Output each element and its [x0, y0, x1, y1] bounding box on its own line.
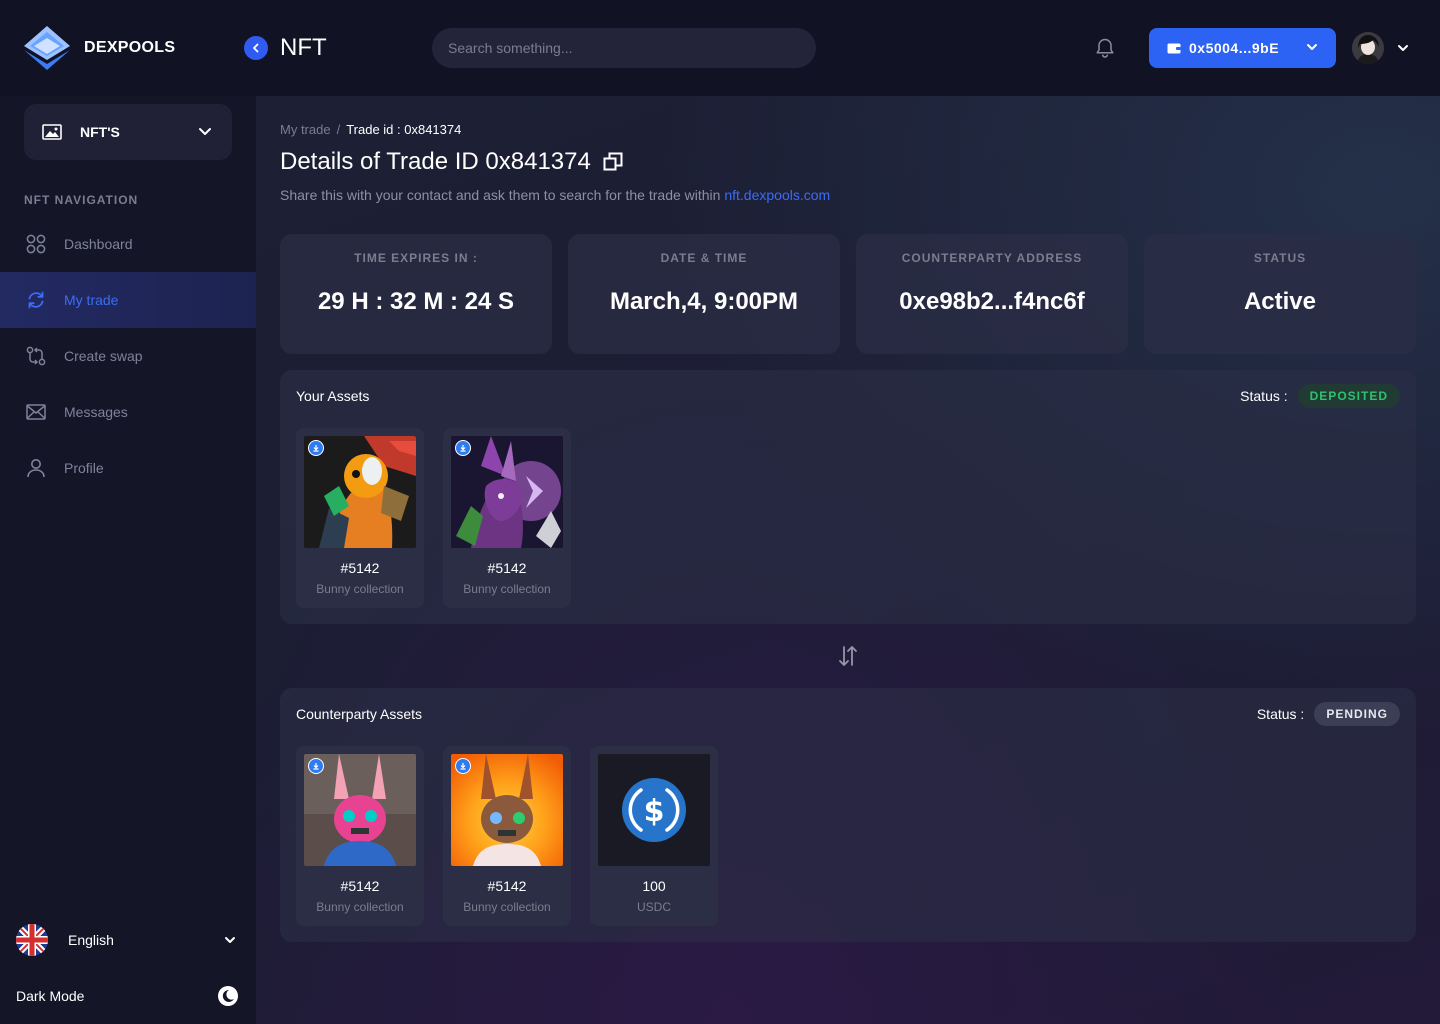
- status-badge: PENDING: [1314, 702, 1400, 726]
- share-text: Share this with your contact and ask the…: [280, 187, 721, 203]
- language-label: English: [68, 932, 114, 948]
- avatar[interactable]: [1352, 32, 1384, 64]
- panel-status: Status : DEPOSITED: [1240, 384, 1400, 408]
- panel-title: Your Assets: [296, 388, 370, 404]
- copy-icon[interactable]: [603, 152, 623, 172]
- asset-card[interactable]: #5142 Bunny collection: [296, 428, 424, 608]
- mail-icon: [26, 402, 46, 422]
- status-card: STATUS Active: [1144, 234, 1416, 354]
- breadcrumb-current: Trade id : 0x841374: [346, 122, 462, 137]
- asset-card[interactable]: #5142 Bunny collection: [443, 428, 571, 608]
- nft-selector[interactable]: NFT'S: [24, 104, 232, 160]
- asset-card[interactable]: #5142 Bunny collection: [443, 746, 571, 926]
- language-selector[interactable]: English: [16, 924, 240, 956]
- chevron-down-icon: [199, 128, 211, 135]
- token-amount: 100: [642, 878, 666, 894]
- page-title: NFT: [280, 34, 327, 61]
- breadcrumb-separator: /: [336, 122, 341, 137]
- nav-section-title: NFT NAVIGATION: [24, 193, 139, 207]
- counterparty-assets-panel: Counterparty Assets Status : PENDING #51…: [280, 688, 1416, 942]
- stat-value: 29 H : 32 M : 24 S: [317, 288, 515, 315]
- swap-icon: [26, 346, 46, 366]
- sidebar-item-label: Dashboard: [64, 236, 133, 252]
- panel-title: Counterparty Assets: [296, 706, 423, 722]
- sidebar-item-dashboard[interactable]: Dashboard: [0, 216, 256, 272]
- usdc-token-image: $: [598, 754, 710, 866]
- asset-name: #5142: [340, 560, 380, 576]
- chevron-down-icon: [225, 937, 235, 943]
- dark-mode-toggle-icon[interactable]: [218, 986, 238, 1006]
- logo[interactable]: DEXPOOLS: [24, 26, 175, 70]
- swap-arrows-icon[interactable]: [836, 644, 860, 668]
- time-expires-card: TIME EXPIRES IN : 29 H : 32 M : 24 S: [280, 234, 552, 354]
- sidebar-item-messages[interactable]: Messages: [0, 384, 256, 440]
- dashboard-icon: [26, 234, 46, 254]
- sidebar: NFT'S NFT NAVIGATION Dashboard My trade …: [0, 96, 256, 1024]
- asset-name: #5142: [487, 560, 527, 576]
- download-icon[interactable]: [308, 440, 324, 456]
- avatar-image: [1352, 32, 1384, 64]
- asset-card[interactable]: #5142 Bunny collection: [296, 746, 424, 926]
- sidebar-item-label: My trade: [64, 292, 119, 308]
- chevron-left-icon: [253, 43, 259, 53]
- refresh-icon: [26, 290, 46, 310]
- image-icon: [42, 124, 62, 140]
- token-symbol: USDC: [636, 900, 671, 914]
- asset-collection: Bunny collection: [463, 900, 551, 914]
- sidebar-item-label: Profile: [64, 460, 104, 476]
- stat-value: March,4, 9:00PM: [609, 288, 799, 315]
- stat-value: 0xe98b2...f4nc6f: [899, 288, 1085, 315]
- breadcrumb-parent[interactable]: My trade: [280, 122, 331, 137]
- search-input[interactable]: [432, 28, 816, 68]
- stat-label: DATE & TIME: [660, 251, 748, 265]
- stat-value: Active: [1243, 288, 1317, 315]
- download-icon[interactable]: [455, 758, 471, 774]
- chevron-down-icon[interactable]: [1397, 42, 1409, 54]
- page-title-row: Details of Trade ID 0x841374: [280, 148, 623, 176]
- asset-collection: Bunny collection: [463, 582, 551, 596]
- asset-collection: Bunny collection: [316, 900, 404, 914]
- user-icon: [26, 458, 46, 478]
- download-icon[interactable]: [308, 758, 324, 774]
- dark-mode-label: Dark Mode: [16, 988, 85, 1004]
- sidebar-item-label: Create swap: [64, 348, 143, 364]
- svg-text:$: $: [644, 794, 665, 829]
- share-link[interactable]: nft.dexpools.com: [724, 187, 830, 203]
- brand-name: DEXPOOLS: [84, 39, 176, 56]
- breadcrumb: My trade / Trade id : 0x841374: [280, 122, 461, 137]
- wallet-button[interactable]: 0x5004...9bE: [1149, 28, 1336, 68]
- status-badge: DEPOSITED: [1297, 384, 1400, 408]
- stat-label: COUNTERPARTY ADDRESS: [901, 251, 1083, 265]
- trade-title: Details of Trade ID 0x841374: [280, 148, 591, 175]
- download-icon[interactable]: [455, 440, 471, 456]
- stat-label: TIME EXPIRES IN :: [354, 251, 478, 265]
- panel-status: Status : PENDING: [1257, 702, 1400, 726]
- asset-name: #5142: [340, 878, 380, 894]
- asset-name: #5142: [487, 878, 527, 894]
- status-label: Status :: [1256, 706, 1305, 722]
- sidebar-item-label: Messages: [64, 404, 128, 420]
- nft-selector-label: NFT'S: [80, 124, 120, 140]
- date-time-card: DATE & TIME March,4, 9:00PM: [568, 234, 840, 354]
- dexpools-logo-icon: [24, 26, 70, 70]
- wallet-icon: [1167, 43, 1181, 54]
- sidebar-item-profile[interactable]: Profile: [0, 440, 256, 496]
- chevron-down-icon: [1307, 44, 1317, 50]
- uk-flag-icon: [16, 924, 48, 956]
- wallet-address: 0x5004...9bE: [1189, 40, 1280, 56]
- top-bar: DEXPOOLS NFT 0x5004...9bE: [0, 0, 1440, 96]
- status-label: Status :: [1240, 388, 1288, 404]
- sidebar-item-my-trade[interactable]: My trade: [0, 272, 256, 328]
- stat-label: STATUS: [1253, 251, 1307, 265]
- back-button[interactable]: [244, 36, 268, 60]
- your-assets-panel: Your Assets Status : DEPOSITED #5142 Bun…: [280, 370, 1416, 624]
- token-card[interactable]: $ 100 USDC: [590, 746, 718, 926]
- sidebar-item-create-swap[interactable]: Create swap: [0, 328, 256, 384]
- share-instructions: Share this with your contact and ask the…: [280, 187, 830, 203]
- bell-icon[interactable]: [1094, 37, 1116, 59]
- usdc-icon: $: [622, 778, 686, 842]
- counterparty-address-card: COUNTERPARTY ADDRESS 0xe98b2...f4nc6f: [856, 234, 1128, 354]
- asset-collection: Bunny collection: [316, 582, 404, 596]
- main-content: My trade / Trade id : 0x841374 Details o…: [256, 96, 1440, 1024]
